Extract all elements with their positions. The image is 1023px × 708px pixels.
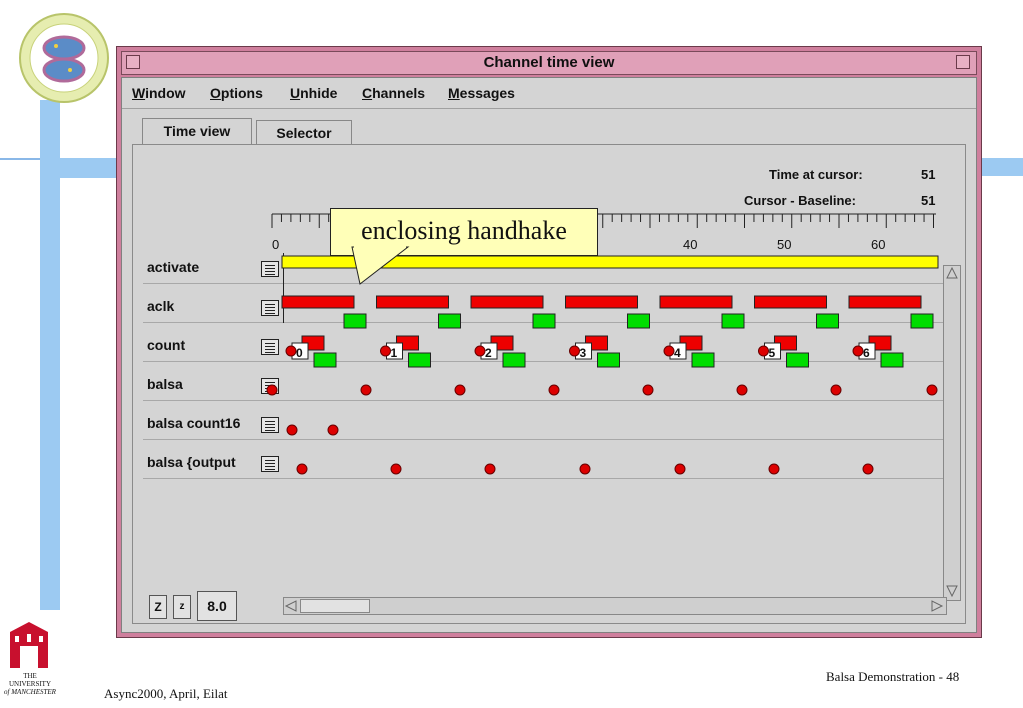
channel-label-balsa: balsa [147,376,183,392]
channel-label-balsa-output: balsa {output [147,454,236,470]
row-separator [143,400,953,401]
channel-menu-icon[interactable] [261,339,279,355]
horizontal-scrollbar[interactable] [283,597,947,615]
time-at-cursor-value: 51 [921,167,936,182]
row-separator [143,283,953,284]
channel-time-view-window: Channel time view Window Options Unhide … [116,46,982,638]
cursor-baseline-value: 51 [921,193,936,208]
menu-messages[interactable]: Messages [448,85,515,101]
slide-decoration-block-left [40,158,120,178]
footer-event: Async2000, April, Eilat [104,686,228,701]
window-title: Channel time view [483,54,615,71]
zoom-level-button[interactable]: 8.0 [197,591,237,621]
tab-selector[interactable]: Selector [256,120,352,144]
callout-pointer [351,246,410,285]
menu-options[interactable]: Options [210,85,263,101]
time-at-cursor-label: Time at cursor: [769,167,863,182]
menu-bar: Window Options Unhide Channels Messages [122,78,976,109]
row-separator [143,439,953,440]
ruler-label-40: 40 [683,237,698,252]
menu-window[interactable]: Window [132,85,186,101]
row-separator [143,322,953,323]
zoom-out-button[interactable]: Z [149,595,167,619]
channel-menu-icon[interactable] [261,300,279,316]
cursor-baseline-label: Cursor - Baseline: [744,193,856,208]
channel-label-count: count [147,337,186,353]
maximize-icon[interactable] [956,55,970,69]
menu-channels[interactable]: Channels [362,85,425,101]
row-separator [143,478,953,479]
channel-label-activate: activate [147,259,200,275]
conference-logo [18,12,110,104]
vertical-scrollbar[interactable] [943,265,961,601]
slide-decoration-block [982,158,1023,176]
university-name: THE UNIVERSITY of MANCHESTER [4,672,56,696]
ruler-label-0: 0 [272,237,280,252]
horizontal-scroll-thumb[interactable] [300,599,370,613]
channel-label-aclk: aclk [147,298,175,314]
channel-menu-icon[interactable] [261,378,279,394]
channel-menu-icon[interactable] [261,456,279,472]
trace-baseline-marker [283,253,284,323]
channel-label-balsa-count16: balsa count16 [147,415,241,431]
tab-time-view[interactable]: Time view [142,118,252,144]
window-client-area: Window Options Unhide Channels Messages … [121,77,977,633]
row-separator [143,361,953,362]
zoom-in-button[interactable]: z [173,595,191,619]
title-bar[interactable]: Channel time view [121,51,977,75]
menu-unhide[interactable]: Unhide [290,85,337,101]
ruler-label-50: 50 [777,237,792,252]
channel-menu-icon[interactable] [261,261,279,277]
channel-menu-icon[interactable] [261,417,279,433]
footer-slide-title: Balsa Demonstration - 48 [826,669,960,684]
ruler-label-60: 60 [871,237,886,252]
